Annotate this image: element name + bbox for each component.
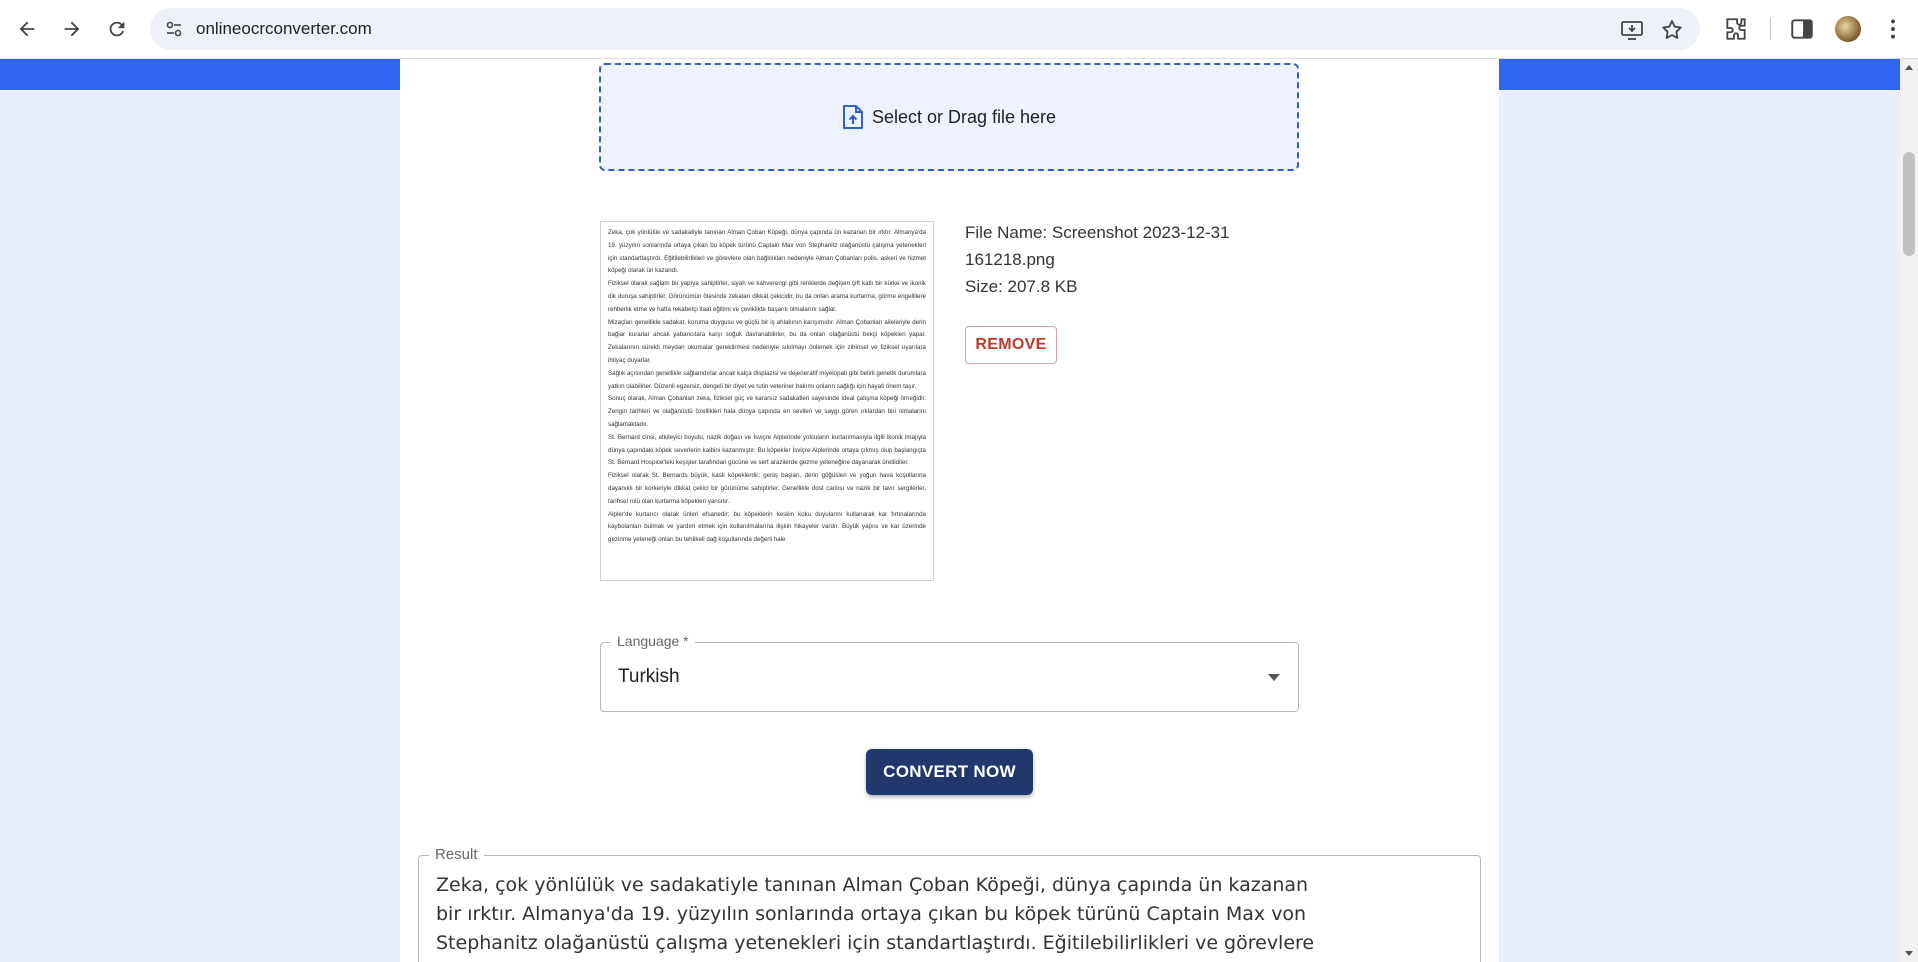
language-value[interactable]: Turkish	[618, 666, 680, 688]
result-text[interactable]: Zeka, çok yönlülük ve sadakatiyle tanına…	[436, 871, 1336, 962]
file-upload-icon	[842, 105, 863, 129]
bookmark-star-icon[interactable]	[1660, 18, 1684, 42]
preview-paragraph: Fiziksel olarak sağlam bir yapıya sahipt…	[608, 280, 926, 313]
extensions-puzzle-icon[interactable]	[1723, 16, 1749, 42]
language-select[interactable]: Language * Turkish	[600, 633, 1299, 712]
preview-paragraph: Zeka, çok yönlülük ve sadakatiyle tanına…	[608, 229, 926, 275]
file-size: Size: 207.8 KB	[965, 277, 1078, 296]
scroll-down-icon[interactable]	[1905, 951, 1913, 956]
file-preview-thumbnail: Zeka, çok yönlülük ve sadakatiyle tanına…	[600, 221, 934, 581]
preview-paragraph: Fiziksel olarak St. Bernards büyük, kasl…	[608, 472, 926, 505]
converter-card: Select or Drag file here Zeka, çok yönlü…	[400, 59, 1499, 962]
menu-kebab-icon[interactable]	[1880, 16, 1906, 42]
preview-paragraph: Sonuç olarak, Alman Çobanları zeka, fizi…	[608, 395, 926, 428]
file-name: File Name: Screenshot 2023-12-31 161218.…	[965, 223, 1230, 269]
forward-arrow-icon[interactable]	[54, 11, 90, 47]
address-bar[interactable]: onlineocrconverter.com	[150, 8, 1700, 50]
site-settings-icon[interactable]	[164, 19, 184, 39]
scrollbar-thumb[interactable]	[1903, 152, 1915, 256]
toolbar-divider	[1770, 18, 1771, 40]
file-dropzone[interactable]: Select or Drag file here	[599, 63, 1299, 171]
preview-paragraph: Sağlık açısından genellikle sağlamdırlar…	[608, 369, 926, 390]
dropzone-label: Select or Drag file here	[871, 106, 1057, 127]
preview-paragraph: Alpler'de kurtarıcı olarak ünleri efsane…	[608, 510, 926, 544]
side-panel-icon[interactable]	[1789, 16, 1815, 42]
scroll-up-icon[interactable]	[1905, 65, 1913, 70]
preview-paragraph: St. Bernard cinsi, etkileyici boyutu, na…	[608, 433, 926, 467]
file-info: File Name: Screenshot 2023-12-31 161218.…	[965, 219, 1285, 300]
page-scrollbar[interactable]	[1900, 59, 1918, 962]
dropdown-caret-icon[interactable]	[1268, 674, 1280, 681]
browser-toolbar: onlineocrconverter.com	[0, 0, 1918, 59]
url-text[interactable]: onlineocrconverter.com	[196, 19, 372, 39]
profile-avatar[interactable]	[1835, 16, 1861, 42]
install-app-icon[interactable]	[1620, 18, 1644, 42]
language-label: Language *	[611, 633, 695, 649]
reload-icon[interactable]	[99, 11, 135, 47]
preview-paragraph: Mizaçları genellikle sadakat, koruma duy…	[608, 318, 926, 364]
convert-now-button[interactable]: CONVERT NOW	[866, 749, 1033, 795]
result-label: Result	[429, 846, 484, 863]
back-arrow-icon[interactable]	[9, 11, 45, 47]
result-textarea[interactable]: Result Zeka, çok yönlülük ve sadakatiyle…	[418, 846, 1481, 962]
remove-file-button[interactable]: REMOVE	[965, 326, 1057, 364]
